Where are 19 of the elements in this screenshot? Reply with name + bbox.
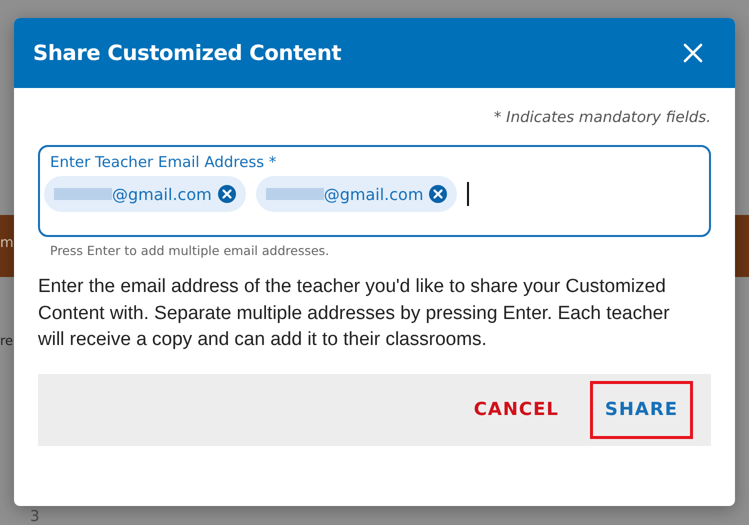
cancel-button[interactable]: CANCEL [458,380,574,438]
redacted-text [266,188,324,200]
mandatory-note: * Indicates mandatory fields. [492,108,711,126]
dialog-title: Share Customized Content [33,41,342,65]
backdrop-text: m [0,235,14,251]
field-hint: Press Enter to add multiple email addresses. [50,243,330,258]
remove-icon[interactable] [218,185,236,203]
share-button[interactable]: SHARE [590,380,693,438]
email-text: @gmail.com [324,184,424,204]
backdrop-text: 3 [30,507,40,525]
description-text: Enter the email address of the teacher you'd like to share your Customized Content with. Separate multiple addresses by pressing Enter. Each teacher will receive a copy and can add it to their classrooms. [38,275,671,352]
email-input-field[interactable]: Enter Teacher Email Address * @gmail.com @gmail.com [38,145,711,237]
remove-icon[interactable] [429,185,448,203]
close-icon[interactable] [683,43,703,63]
email-text: @gmail.com [112,184,212,204]
text-cursor [467,182,470,206]
field-label: Enter Teacher Email Address * [49,153,278,171]
backdrop-text: re [0,334,14,349]
redacted-text [54,188,112,200]
